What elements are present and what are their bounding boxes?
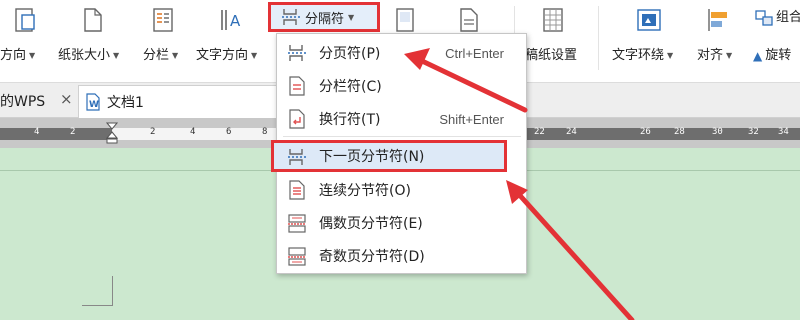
- svg-text:W: W: [89, 100, 99, 110]
- dropdown-caret: ▼: [172, 51, 179, 60]
- document-page-icon[interactable]: [456, 6, 482, 34]
- text-wrap-label: 文字环绕: [612, 48, 665, 63]
- menu-item-continuous-section-break[interactable]: 连续分节符(O): [277, 174, 526, 206]
- line-break-icon: [289, 109, 305, 129]
- ruler-number: 2: [150, 127, 156, 137]
- word-document-icon: W: [86, 93, 100, 111]
- menu-item-line-break[interactable]: 换行符(T) Shift+Enter: [277, 103, 526, 135]
- menu-item-label: 连续分节符(O): [319, 183, 411, 199]
- menu-item-label: 换行符(T): [319, 112, 381, 128]
- ruler-number: 22: [534, 127, 545, 137]
- even-page-section-break-icon: [288, 214, 306, 233]
- menu-item-label: 分栏符(C): [319, 79, 382, 95]
- menu-item-shortcut: Ctrl+Enter: [445, 45, 504, 61]
- ruler-number: 2: [70, 127, 76, 137]
- ruler-number: 26: [640, 127, 651, 137]
- rotate-icon: ▲: [753, 49, 763, 63]
- menu-item-shortcut: Shift+Enter: [439, 111, 504, 127]
- ruler-number: 6: [226, 127, 232, 137]
- close-tab-icon[interactable]: ×: [60, 90, 73, 108]
- rotate-label: 旋转: [765, 48, 792, 63]
- odd-page-section-break-icon: [288, 247, 306, 266]
- indent-marker-icon[interactable]: [106, 122, 118, 144]
- breaks-button-label: 分隔符: [305, 11, 345, 27]
- tab-document[interactable]: W 文档1: [78, 85, 278, 118]
- next-page-section-break-icon: [288, 149, 306, 165]
- menu-item-even-page-section-break[interactable]: 偶数页分节符(E): [277, 207, 526, 239]
- paper-size-button[interactable]: 纸张大小 ▼: [58, 46, 119, 66]
- ruler-number: 34: [778, 127, 789, 137]
- group-icon[interactable]: [752, 6, 778, 34]
- page-margin-corner-mark: [112, 276, 113, 306]
- ruler-number: 28: [674, 127, 685, 137]
- ruler-number: 32: [748, 127, 759, 137]
- page-margin-corner-mark: [82, 305, 113, 306]
- align-icon[interactable]: [706, 6, 732, 34]
- group-label: 组合: [776, 10, 800, 25]
- menu-item-label: 下一页分节符(N): [319, 149, 425, 165]
- paper-size-label: 纸张大小: [58, 48, 111, 63]
- breaks-icon: [282, 9, 300, 25]
- page-break-icon: [288, 45, 306, 61]
- dropdown-caret: ▼: [29, 51, 36, 60]
- ruler-number: 4: [190, 127, 196, 137]
- menu-item-odd-page-section-break[interactable]: 奇数页分节符(D): [277, 240, 526, 272]
- orientation-button[interactable]: 方向 ▼: [0, 46, 35, 66]
- text-wrap-icon[interactable]: [636, 6, 662, 34]
- breaks-button[interactable]: 分隔符 ▼: [268, 2, 380, 32]
- orientation-label: 方向: [0, 48, 27, 63]
- svg-text:A: A: [230, 12, 241, 30]
- tab-home[interactable]: 的WPS: [0, 91, 45, 111]
- column-break-icon: [289, 76, 305, 96]
- page-icon[interactable]: [392, 6, 418, 34]
- menu-divider: [283, 136, 521, 137]
- text-direction-button[interactable]: 文字方向 ▼: [196, 46, 257, 66]
- orientation-icon[interactable]: [12, 6, 38, 34]
- paper-size-icon[interactable]: [80, 6, 106, 34]
- text-direction-label: 文字方向: [196, 48, 249, 63]
- continuous-section-break-icon: [289, 180, 305, 200]
- align-label: 对齐: [697, 48, 724, 63]
- dropdown-caret: ▼: [113, 51, 120, 60]
- menu-item-label: 分页符(P): [319, 46, 381, 62]
- text-wrap-button[interactable]: 文字环绕 ▼: [612, 46, 673, 66]
- menu-item-column-break[interactable]: 分栏符(C): [277, 70, 526, 102]
- columns-label: 分栏: [143, 48, 170, 63]
- ruler-number: 24: [566, 127, 577, 137]
- tab-document-label: 文档1: [107, 95, 144, 111]
- ruler-number: 30: [712, 127, 723, 137]
- grid-paper-icon[interactable]: [540, 6, 566, 34]
- dropdown-caret: ▼: [251, 51, 258, 60]
- menu-item-page-break[interactable]: 分页符(P) Ctrl+Enter: [277, 37, 526, 69]
- ruler-number: 8: [262, 127, 268, 137]
- text-direction-icon[interactable]: A: [218, 6, 244, 34]
- ruler-number: 4: [34, 127, 40, 137]
- grid-paper-label: 稿纸设置: [525, 48, 578, 63]
- group-button[interactable]: 组合: [776, 8, 800, 28]
- dropdown-caret: ▼: [726, 51, 733, 60]
- menu-item-label: 奇数页分节符(D): [319, 249, 425, 265]
- columns-icon[interactable]: [150, 6, 176, 34]
- menu-item-label: 偶数页分节符(E): [319, 216, 423, 232]
- ribbon-separator: [598, 6, 599, 70]
- menu-item-next-page-section-break[interactable]: 下一页分节符(N): [271, 140, 507, 172]
- breaks-dropdown-caret: ▼: [348, 12, 355, 22]
- grid-paper-button[interactable]: 稿纸设置: [525, 46, 577, 66]
- align-button[interactable]: 对齐 ▼: [697, 46, 732, 66]
- columns-button[interactable]: 分栏 ▼: [143, 46, 178, 66]
- rotate-button[interactable]: ▲ 旋转: [753, 46, 791, 66]
- dropdown-caret: ▼: [667, 51, 674, 60]
- breaks-dropdown-menu: 分页符(P) Ctrl+Enter 分栏符(C) 换行符(T) Shift+En…: [271, 33, 527, 274]
